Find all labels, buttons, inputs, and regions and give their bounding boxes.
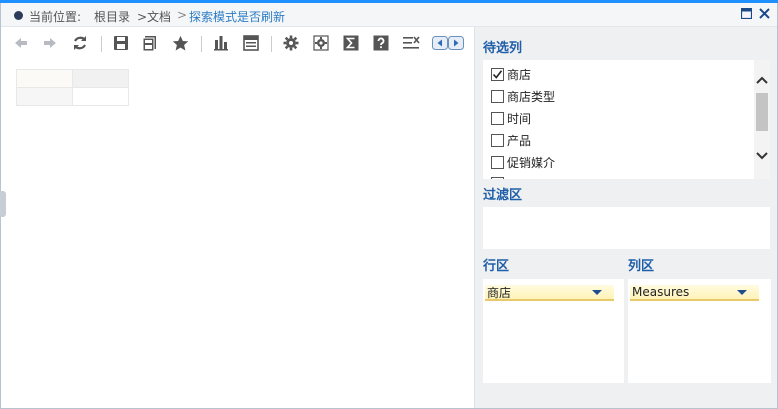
- column-zone[interactable]: Measures: [628, 279, 771, 383]
- list-item[interactable]: 产品: [491, 131, 531, 149]
- filter-zone-title: 过滤区: [483, 188, 523, 203]
- sum-icon: [343, 35, 359, 51]
- back-button[interactable]: [11, 33, 31, 53]
- grid-row: [16, 69, 129, 88]
- dropdown-arrow-icon[interactable]: [592, 290, 602, 295]
- list-item[interactable]: 促销媒介: [491, 153, 555, 171]
- checkbox[interactable]: [491, 133, 504, 147]
- explore-window: 当前位置: 根目录 >文档 > 探索模式是否刷新 待选列 商店 商店类型 时间 …: [0, 3, 778, 409]
- candidate-columns-title: 待选列: [483, 41, 523, 56]
- table-view-icon: [243, 35, 259, 51]
- breadcrumb-root[interactable]: 根目录: [94, 8, 130, 25]
- toolbar-divider: [271, 36, 272, 52]
- forward-button[interactable]: [40, 33, 60, 53]
- save-button[interactable]: [111, 33, 131, 53]
- scroll-up-button[interactable]: [754, 72, 770, 88]
- toolbar-divider: [101, 36, 102, 52]
- save-as-button[interactable]: [140, 33, 160, 53]
- refresh-icon: [74, 36, 86, 50]
- list-item[interactable]: 时间: [491, 109, 531, 127]
- chevron-up-icon: [756, 76, 768, 84]
- scroll-right-icon: [448, 36, 464, 50]
- close-icon: [759, 8, 770, 19]
- breadcrumb-separator: >: [177, 8, 188, 22]
- list-scrollbar[interactable]: [754, 60, 770, 179]
- clear-filter-icon: [403, 36, 420, 49]
- checkbox[interactable]: [491, 89, 504, 103]
- advanced-settings-button[interactable]: [311, 33, 331, 53]
- settings-button[interactable]: [281, 33, 301, 53]
- back-arrow-icon: [15, 38, 27, 48]
- save-as-icon: [142, 36, 156, 51]
- field-panel: 待选列 商店 商店类型 时间 产品 促销媒介 过滤区 行区 列区 商店 Meas…: [474, 27, 777, 408]
- breadcrumb-bar: 当前位置: 根目录 >文档 > 探索模式是否刷新: [1, 3, 777, 27]
- list-item-partial: [491, 174, 507, 179]
- breadcrumb-current: 探索模式是否刷新: [189, 10, 286, 24]
- list-item-label: 商店: [507, 67, 532, 82]
- list-item-label: 产品: [507, 133, 532, 148]
- row-zone-field[interactable]: 商店: [485, 285, 614, 301]
- maximize-icon: [740, 7, 753, 20]
- forward-arrow-icon: [44, 38, 56, 48]
- help-icon: [373, 35, 389, 51]
- checkbox[interactable]: [491, 155, 504, 169]
- checkbox: [491, 176, 504, 179]
- settings-gear-icon: [283, 35, 299, 51]
- checkmark-icon: [492, 69, 503, 79]
- sum-button[interactable]: [341, 33, 361, 53]
- list-item-label: 时间: [507, 111, 532, 126]
- scroll-right-button[interactable]: [446, 33, 466, 53]
- column-zone-field-label: Measures: [632, 285, 690, 299]
- location-dot-icon: [14, 11, 23, 20]
- advanced-settings-icon: [313, 35, 329, 51]
- breadcrumb-docs[interactable]: >文档: [137, 8, 171, 25]
- list-item[interactable]: 商店: [491, 65, 531, 83]
- refresh-button[interactable]: [70, 33, 90, 53]
- row-zone-title: 行区: [483, 259, 510, 274]
- favorite-star-icon: [172, 35, 188, 51]
- breadcrumb-prefix: 当前位置:: [29, 10, 82, 24]
- list-item-label: 商店类型: [507, 89, 556, 104]
- save-icon: [114, 36, 128, 50]
- scroll-thumb[interactable]: [756, 93, 768, 131]
- column-zone-field[interactable]: Measures: [630, 285, 759, 301]
- bar-chart-icon: [214, 36, 228, 51]
- maximize-button[interactable]: [740, 7, 753, 21]
- grid-cell[interactable]: [16, 87, 73, 106]
- clear-filter-button[interactable]: [401, 33, 421, 53]
- help-button[interactable]: [371, 33, 391, 53]
- dropdown-arrow-icon[interactable]: [737, 290, 747, 295]
- toolbar: [1, 27, 475, 57]
- grid-cell[interactable]: [72, 87, 129, 106]
- candidate-columns-list: 商店 商店类型 时间 产品 促销媒介: [483, 60, 770, 179]
- collapse-handle[interactable]: [0, 191, 6, 217]
- table-view-button[interactable]: [241, 33, 261, 53]
- scroll-down-button[interactable]: [754, 148, 770, 164]
- list-item-label: 促销媒介: [507, 155, 556, 170]
- checkbox[interactable]: [491, 67, 504, 81]
- chevron-down-icon: [756, 152, 768, 160]
- column-zone-title: 列区: [628, 259, 655, 274]
- grid-cell[interactable]: [16, 69, 73, 88]
- row-zone[interactable]: 商店: [483, 279, 624, 383]
- favorite-button[interactable]: [170, 33, 190, 53]
- chart-button[interactable]: [211, 33, 231, 53]
- toolbar-divider: [201, 36, 202, 52]
- list-item[interactable]: 商店类型: [491, 87, 555, 105]
- checkbox[interactable]: [491, 111, 504, 125]
- close-button[interactable]: [758, 8, 771, 21]
- filter-zone[interactable]: [483, 207, 770, 249]
- grid-cell[interactable]: [72, 69, 129, 88]
- grid-row: [16, 87, 129, 106]
- result-grid: [16, 69, 129, 106]
- row-zone-field-label: 商店: [487, 285, 512, 300]
